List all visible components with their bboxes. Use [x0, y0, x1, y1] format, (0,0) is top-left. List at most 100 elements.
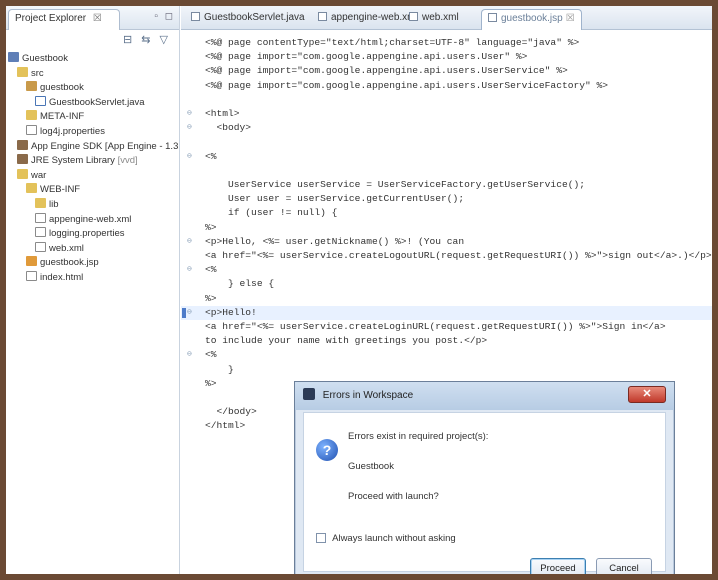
tree-item[interactable]: guestbook [8, 81, 179, 96]
code-text: <a href="<%= userService.createLogoutURL… [205, 250, 712, 261]
file-icon [35, 227, 46, 238]
tree-item-label: guestbook.jsp [40, 257, 99, 269]
fold-toggle-icon[interactable]: ⊖ [187, 150, 195, 164]
editor-tab-label: guestbook.jsp [501, 13, 563, 24]
project-name: Guestbook [348, 461, 394, 472]
editor-tab[interactable]: GuestbookServlet.java [185, 9, 311, 30]
collapse-link-menu-icon[interactable]: ⊟ ⇆ ▽ [123, 34, 171, 46]
tree-item[interactable]: META-INF [8, 110, 179, 125]
dialog-title: Errors in Workspace [322, 390, 414, 401]
tree-item-label: META-INF [40, 111, 85, 123]
code-text: %> [205, 221, 217, 233]
cancel-button[interactable]: Cancel [596, 558, 652, 574]
code-text: <p>Hello! [205, 306, 257, 318]
code-text: <% [205, 264, 217, 276]
project-icon [8, 52, 19, 62]
library-icon [17, 154, 28, 165]
project-explorer-tab[interactable]: Project Explorer ☒ [8, 9, 120, 30]
editor-tabbar: GuestbookServlet.java appengine-web.xml we… [181, 6, 712, 30]
code-line: UserService userService = UserServiceFac… [181, 178, 712, 192]
code-line: %> [181, 292, 712, 306]
tree-item-label: lib [49, 198, 59, 210]
tree-item[interactable]: Guestbook [8, 52, 179, 67]
tree-item[interactable]: appengine-web.xml [8, 212, 179, 228]
editor-tab[interactable]: guestbook.jsp ☒ [481, 9, 582, 30]
tree-item-label: log4j.properties [40, 125, 105, 137]
fold-toggle-icon[interactable]: ⊖ [187, 263, 195, 277]
code-text: </html> [205, 420, 246, 432]
code-line: to include your name with greetings you … [181, 334, 712, 348]
tree-item-label: appengine-web.xml [49, 213, 132, 225]
tree-item[interactable]: web.xml [8, 241, 179, 257]
code-line: ⊖ <html> [181, 107, 712, 121]
tree-item[interactable]: log4j.properties [8, 124, 179, 140]
tree-item[interactable]: guestbook.jsp [8, 256, 179, 271]
code-line: } [181, 363, 712, 377]
code-text: <body> [205, 122, 252, 134]
code-text: %> [205, 292, 217, 304]
tree-item[interactable]: src [8, 66, 179, 82]
tree-item-label: WEB-INF [40, 184, 81, 196]
file-icon [318, 12, 327, 21]
explorer-toolbar: ⊟ ⇆ ▽ [6, 30, 179, 52]
always-launch-checkbox[interactable] [316, 533, 326, 543]
tree-item[interactable]: lib [8, 197, 179, 213]
tree-item[interactable]: WEB-INF [8, 183, 179, 198]
fold-toggle-icon[interactable]: ⊖ [187, 348, 195, 362]
folder-icon [17, 66, 28, 77]
tree-item-label: GuestbookServlet.java [49, 96, 145, 108]
dialog-body: ? Errors exist in required project(s): G… [303, 412, 666, 574]
code-line: ⊖ <% [181, 263, 712, 277]
file-icon [35, 212, 46, 223]
tree-item-suffix: [vvd] [114, 155, 138, 167]
project-explorer: Project Explorer ☒ ▫ ◻ ⊟ ⇆ ▽ Guestbook sr… [6, 6, 180, 574]
file-icon [191, 12, 200, 21]
tree-item-label: App Engine SDK [App Engine - 1.3. [31, 140, 179, 152]
tree-item-label: web.xml [49, 242, 84, 254]
fold-toggle-icon[interactable]: ⊖ [187, 235, 195, 249]
tree-item-label: guestbook [40, 82, 84, 94]
file-icon [26, 124, 37, 135]
code-text: User user = userService.getCurrentUser()… [205, 193, 465, 205]
tree-item-label: war [31, 169, 47, 181]
tree-item[interactable]: logging.properties [8, 227, 179, 242]
code-line: ⊖ <p>Hello! [181, 305, 712, 320]
tree-item[interactable]: App Engine SDK [App Engine - 1.3. [8, 139, 179, 155]
eclipse-app-icon [303, 388, 315, 400]
package-icon [26, 81, 37, 92]
file-icon [409, 12, 418, 21]
dialog-titlebar[interactable]: Errors in Workspace ✕ [295, 382, 674, 410]
tree-item[interactable]: GuestbookServlet.java [8, 95, 179, 111]
close-icon[interactable]: ☒ [566, 13, 575, 24]
code-line: <%@ page import="com.google.appengine.ap… [181, 79, 712, 93]
code-line: User user = userService.getCurrentUser()… [181, 192, 712, 206]
file-icon [26, 270, 37, 281]
editor-tab-label: GuestbookServlet.java [204, 12, 305, 23]
tree-item[interactable]: war [8, 168, 179, 184]
code-text: <%@ page import="com.google.appengine.ap… [205, 65, 568, 77]
code-line: <%@ page import="com.google.appengine.ap… [181, 50, 712, 64]
tree-item[interactable]: index.html [8, 270, 179, 286]
code-text: <%@ page contentType="text/html;charset=… [205, 37, 580, 48]
editor-tab[interactable]: web.xml [403, 9, 465, 30]
fold-toggle-icon[interactable]: ⊖ [187, 121, 195, 135]
code-line: ⊖ <body> [181, 121, 712, 135]
dialog-close-button[interactable]: ✕ [628, 386, 666, 403]
folder-icon [26, 183, 37, 194]
always-launch-label: Always launch without asking [332, 533, 456, 544]
code-text: <% [205, 150, 217, 162]
proceed-prompt: Proceed with launch? [348, 491, 439, 502]
proceed-button[interactable]: Proceed [530, 558, 586, 574]
minimize-maximize-icon[interactable]: ▫ ◻ [154, 11, 175, 22]
always-launch-option[interactable]: Always launch without asking [316, 533, 456, 544]
fold-toggle-icon[interactable]: ⊖ [187, 107, 195, 121]
code-text: <p>Hello, <%= user.getNickname() %>! (Yo… [205, 235, 465, 247]
code-text: </body> [205, 406, 257, 418]
code-text: } else { [205, 278, 275, 290]
close-icon[interactable]: ☒ [93, 13, 102, 24]
tree-item[interactable]: JRE System Library [vvd] [8, 154, 179, 169]
fold-toggle-icon[interactable]: ⊖ [187, 306, 195, 320]
code-text: if (user != null) { [205, 207, 338, 219]
